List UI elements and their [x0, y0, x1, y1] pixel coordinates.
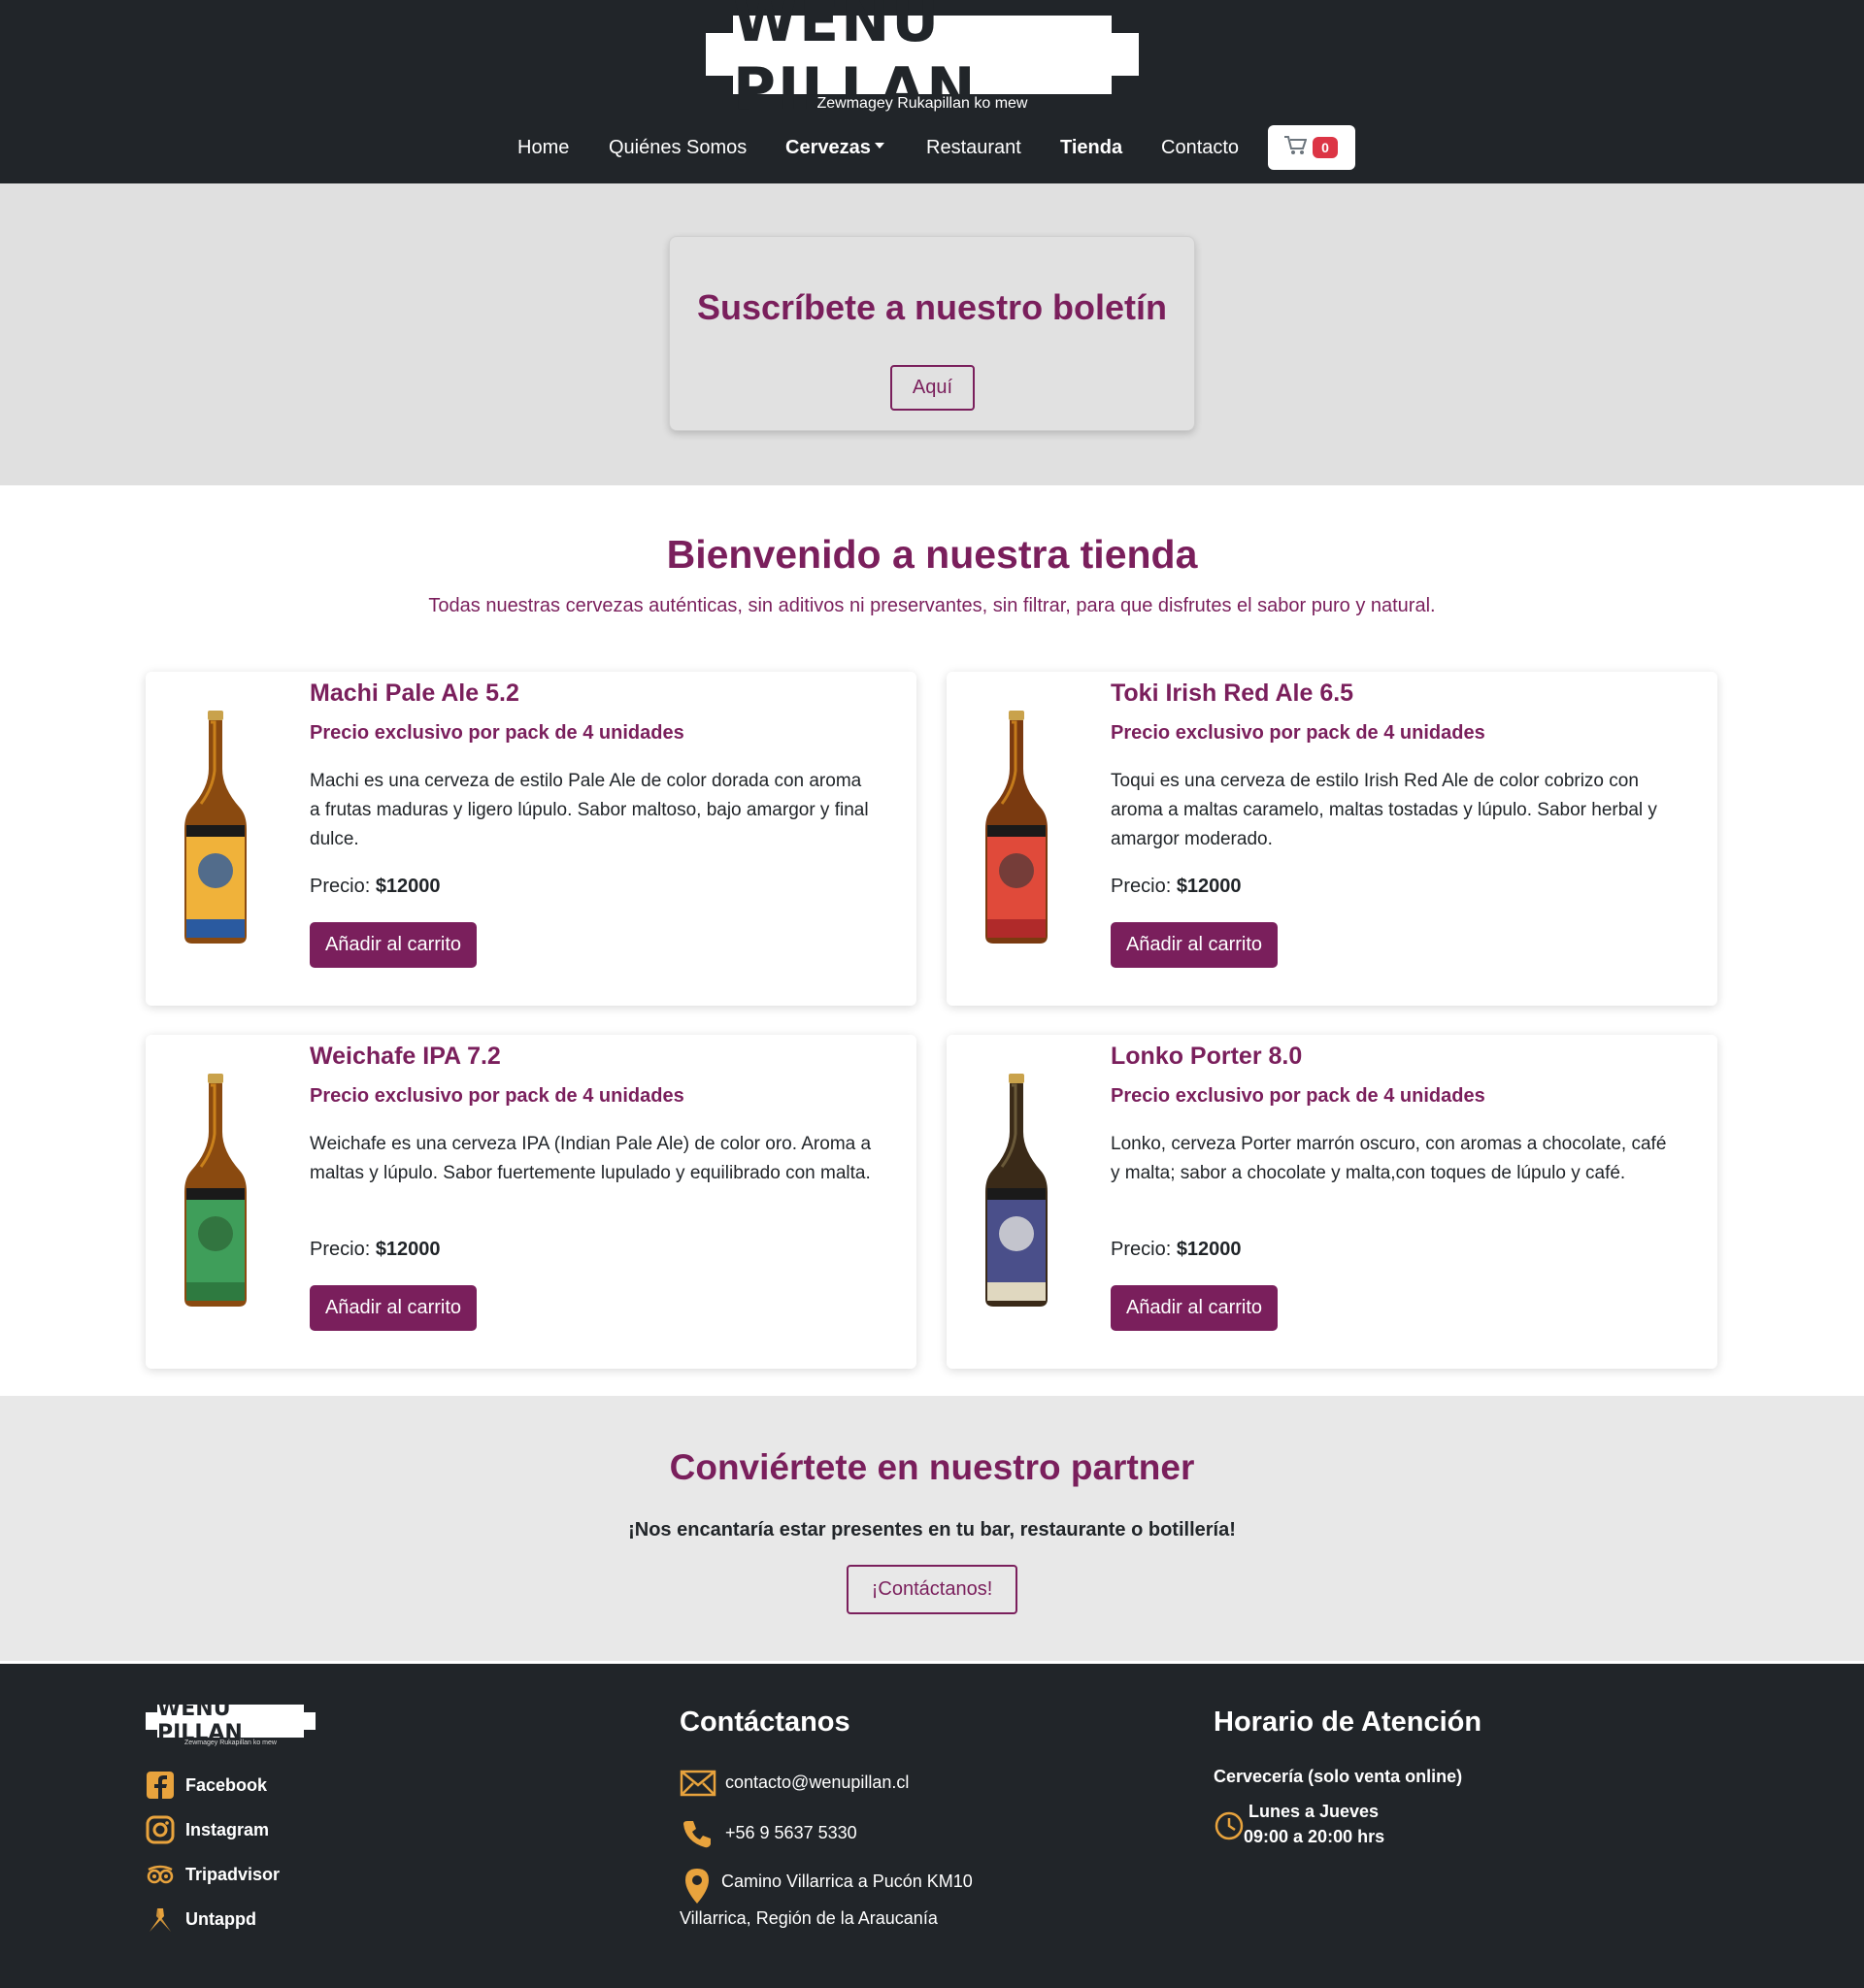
product-description: Machi es una cerveza de estilo Pale Ale …	[310, 771, 869, 849]
logo-ornament-left	[146, 1712, 157, 1730]
cart-count-badge: 0	[1313, 137, 1338, 158]
product-price: Precio: $12000	[1111, 876, 1242, 898]
beer-bottle-image	[985, 1074, 1048, 1307]
logo-ornament-left	[706, 33, 733, 76]
newsletter-card: Suscríbete a nuestro boletín Aquí	[669, 236, 1195, 431]
product-price: Precio: $12000	[310, 876, 441, 898]
footer-address-line-1: Camino Villarrica a Pucón KM10	[721, 1872, 973, 1891]
add-to-cart-button[interactable]: Añadir al carrito	[1111, 1285, 1278, 1331]
nav-home[interactable]: Home	[517, 137, 569, 159]
footer-logo-tagline: Zewmagey Rukapillan ko mew	[184, 1740, 277, 1746]
chevron-down-icon	[874, 142, 884, 149]
product-price: Precio: $12000	[1111, 1239, 1242, 1261]
product-card: Lonko Porter 8.0 Precio exclusivo por pa…	[947, 1035, 1717, 1369]
email-icon	[680, 1770, 716, 1797]
social-label: Instagram	[185, 1820, 270, 1839]
beer-bottle-image	[184, 711, 247, 944]
add-to-cart-button[interactable]: Añadir al carrito	[310, 922, 477, 968]
newsletter-title: Suscríbete a nuestro boletín	[696, 287, 1168, 327]
brand-logo[interactable]: WENU PILLAN Zewmagey Rukapillan ko mew	[706, 0, 1139, 123]
product-name: Toki Irish Red Ale 6.5	[1111, 679, 1354, 707]
product-card: Machi Pale Ale 5.2 Precio exclusivo por …	[146, 672, 916, 1006]
clock-icon	[1215, 1811, 1244, 1840]
nav-restaurant[interactable]: Restaurant	[926, 137, 1021, 159]
product-card: Toki Irish Red Ale 6.5 Precio exclusivo …	[947, 672, 1717, 1006]
cart-button[interactable]: 0	[1268, 125, 1355, 170]
product-price: Precio: $12000	[310, 1239, 441, 1261]
footer-logo-text: WENU PILLAN	[157, 1697, 243, 1745]
beer-bottle-image	[184, 1074, 247, 1307]
tripadvisor-icon	[147, 1865, 174, 1884]
footer-hours-time: 09:00 a 20:00 hrs	[1244, 1827, 1385, 1846]
nav-contacto[interactable]: Contacto	[1161, 137, 1239, 159]
nav-cervezas-dropdown[interactable]: Cervezas	[785, 137, 884, 159]
logo-ornament-right	[304, 1712, 316, 1730]
add-to-cart-button[interactable]: Añadir al carrito	[310, 1285, 477, 1331]
phone-icon	[683, 1821, 711, 1848]
partner-subtitle: ¡Nos encantaría estar presentes en tu ba…	[628, 1519, 1236, 1541]
partner-section: Conviértete en nuestro partner ¡Nos enca…	[0, 1396, 1864, 1661]
beer-bottle-image	[985, 711, 1048, 944]
price-value: $12000	[1176, 876, 1242, 897]
newsletter-subscribe-button[interactable]: Aquí	[890, 365, 975, 411]
site-footer: WENU PILLAN Zewmagey Rukapillan ko mew F…	[0, 1664, 1864, 1988]
nav-cervezas-label: Cervezas	[785, 137, 871, 158]
nav-tienda[interactable]: Tienda	[1060, 137, 1122, 159]
location-pin-icon	[685, 1869, 709, 1904]
cart-icon	[1283, 135, 1308, 162]
product-name: Machi Pale Ale 5.2	[310, 679, 519, 707]
logo-text: WENU PILLAN	[733, 0, 978, 123]
product-name: Lonko Porter 8.0	[1111, 1043, 1303, 1070]
product-description: Weichafe es una cerveza IPA (Indian Pale…	[310, 1134, 872, 1183]
nav-quienes-somos[interactable]: Quiénes Somos	[609, 137, 747, 159]
price-label: Precio:	[1111, 1239, 1172, 1260]
product-pack-note: Precio exclusivo por pack de 4 unidades	[1111, 722, 1485, 744]
product-card: Weichafe IPA 7.2 Precio exclusivo por pa…	[146, 1035, 916, 1369]
product-pack-note: Precio exclusivo por pack de 4 unidades	[1111, 1085, 1485, 1107]
price-label: Precio:	[310, 876, 371, 897]
social-label: Untappd	[185, 1909, 256, 1929]
social-label: Facebook	[185, 1775, 268, 1795]
main-nav: Home Quiénes Somos Cervezas Restaurant T…	[0, 125, 1864, 170]
logo-tagline: Zewmagey Rukapillan ko mew	[816, 95, 1028, 112]
partner-contact-button[interactable]: ¡Contáctanos!	[847, 1565, 1017, 1614]
footer-address-line-2: Villarrica, Región de la Araucanía	[680, 1908, 938, 1928]
footer-email-link[interactable]: contacto@wenupillan.cl	[725, 1773, 909, 1793]
footer-hours-subtitle: Cervecería (solo venta online)	[1214, 1767, 1463, 1786]
partner-title: Conviértete en nuestro partner	[669, 1447, 1195, 1487]
social-label: Tripadvisor	[185, 1865, 281, 1884]
product-pack-note: Precio exclusivo por pack de 4 unidades	[310, 1085, 684, 1107]
footer-hours-days: Lunes a Jueves	[1248, 1802, 1380, 1821]
product-description: Lonko, cerveza Porter marrón oscuro, con…	[1111, 1134, 1667, 1183]
price-label: Precio:	[310, 1239, 371, 1260]
footer-logo[interactable]: WENU PILLAN Zewmagey Rukapillan ko mew	[146, 1697, 316, 1749]
product-description: Toqui es una cerveza de estilo Irish Red…	[1111, 771, 1657, 849]
product-name: Weichafe IPA 7.2	[310, 1043, 501, 1070]
instagram-icon	[146, 1815, 175, 1844]
untappd-icon	[150, 1908, 171, 1932]
product-pack-note: Precio exclusivo por pack de 4 unidades	[310, 722, 684, 744]
add-to-cart-button[interactable]: Añadir al carrito	[1111, 922, 1278, 968]
price-value: $12000	[375, 876, 441, 897]
price-label: Precio:	[1111, 876, 1172, 897]
store-subtitle: Todas nuestras cervezas auténticas, sin …	[428, 595, 1436, 616]
site-header: WENU PILLAN Zewmagey Rukapillan ko mew H…	[0, 0, 1864, 183]
footer-phone-link[interactable]: +56 9 5637 5330	[725, 1823, 857, 1843]
store-title: Bienvenido a nuestra tienda	[666, 532, 1198, 577]
logo-ornament-right	[1112, 33, 1139, 76]
price-value: $12000	[375, 1239, 441, 1260]
price-value: $12000	[1176, 1239, 1242, 1260]
footer-hours-title: Horario de Atención	[1214, 1706, 1482, 1738]
footer-contact-title: Contáctanos	[680, 1706, 850, 1738]
newsletter-section: Suscríbete a nuestro boletín Aquí	[0, 183, 1864, 485]
facebook-icon	[147, 1772, 174, 1799]
